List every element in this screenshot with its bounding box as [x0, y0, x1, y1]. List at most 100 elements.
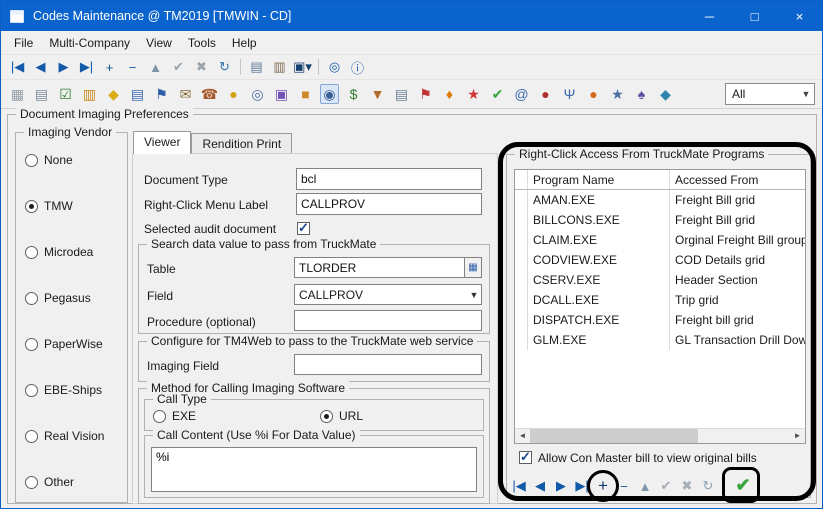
codes-icon-shield[interactable]: ◆ [104, 84, 123, 104]
last-record-button[interactable]: ▶| [572, 474, 592, 498]
export-button[interactable]: ▥ [268, 59, 291, 75]
selected-audit-checkbox[interactable] [297, 222, 310, 235]
next-record-button[interactable]: ▶ [52, 59, 75, 75]
record-detail-button[interactable]: ◎ [323, 59, 346, 75]
codes-icon-list[interactable]: ▤ [32, 84, 51, 104]
close-button[interactable]: × [777, 1, 822, 31]
vendor-radio[interactable]: TMW [25, 199, 127, 213]
codes-icon-currency[interactable]: $ [344, 84, 363, 104]
codes-icon-drop[interactable]: ◆ [656, 84, 675, 104]
apply-button[interactable]: ✔ [728, 471, 758, 500]
codes-icon-psi[interactable]: Ψ [560, 84, 579, 104]
vendor-radio[interactable]: Microdea [25, 245, 127, 259]
last-record-button[interactable]: ▶| [75, 59, 98, 75]
table-lookup-button[interactable]: ▦ [464, 257, 482, 278]
field-select[interactable]: CALLPROV ▼ [294, 284, 482, 305]
call-type-radio[interactable]: URL [320, 409, 363, 423]
info-button[interactable]: ⓘ [346, 58, 369, 77]
cancel-edit-button[interactable]: ✖ [677, 474, 697, 498]
codes-icon-phone[interactable]: ☎ [200, 84, 219, 104]
call-content-textarea[interactable]: %i [151, 447, 477, 492]
document-type-input[interactable] [296, 168, 482, 190]
screens-button[interactable]: ▣▾ [291, 59, 314, 75]
imaging-field-input[interactable] [294, 354, 482, 375]
menu-item[interactable]: Multi-Company [41, 33, 138, 53]
table-row[interactable]: CODVIEW.EXE COD Details grid [515, 250, 805, 270]
codes-icon-doc-gray[interactable]: ▤ [392, 84, 411, 104]
vendor-radio[interactable]: None [25, 153, 127, 167]
code-filter-select[interactable]: All ▼ [725, 83, 815, 105]
refresh-button[interactable]: ↻ [213, 59, 236, 75]
insert-record-button[interactable]: + [98, 60, 121, 75]
codes-icon-approve[interactable]: ☑ [56, 84, 75, 104]
first-record-button[interactable]: |◀ [6, 59, 29, 75]
table-row[interactable]: CLAIM.EXE Orginal Freight Bill group b [515, 230, 805, 250]
edit-record-button[interactable]: ▲ [635, 474, 655, 498]
vendor-radio[interactable]: Other [25, 475, 127, 489]
next-record-button[interactable]: ▶ [551, 474, 571, 498]
cancel-edit-button[interactable]: ✖ [190, 59, 213, 75]
scroll-left-icon[interactable]: ◄ [515, 429, 530, 443]
codes-icon-imaging[interactable]: ◉ [320, 84, 339, 104]
first-record-button[interactable]: |◀ [509, 474, 529, 498]
codes-icon-mail[interactable]: ✉ [176, 84, 195, 104]
vendor-radio[interactable]: Pegasus [25, 291, 127, 305]
refresh-button[interactable]: ↻ [698, 474, 718, 498]
vendor-radio[interactable]: Real Vision [25, 429, 127, 443]
codes-icon-ledger[interactable]: ▥ [80, 84, 99, 104]
codes-icon-diamond-orange[interactable]: ♦ [440, 84, 459, 104]
codes-icon-box-orange[interactable]: ■ [296, 84, 315, 104]
menu-item[interactable]: File [6, 33, 41, 53]
post-edit-button[interactable]: ✔ [656, 474, 676, 498]
codes-icon-check-green[interactable]: ✔ [488, 84, 507, 104]
table-input[interactable] [294, 257, 465, 278]
table-row[interactable]: BILLCONS.EXE Freight Bill grid [515, 210, 805, 230]
codes-icon-at[interactable]: @ [512, 84, 531, 104]
insert-record-button[interactable]: + [593, 474, 613, 498]
table-row[interactable]: GLM.EXE GL Transaction Drill Down F [515, 330, 805, 350]
procedure-input[interactable] [294, 310, 482, 331]
menu-item[interactable]: Help [224, 33, 265, 53]
post-edit-button[interactable]: ✔ [167, 59, 190, 75]
prior-record-button[interactable]: ◀ [530, 474, 550, 498]
vendor-radio[interactable]: PaperWise [25, 337, 127, 351]
table-row[interactable]: CSERV.EXE Header Section [515, 270, 805, 290]
horizontal-scrollbar[interactable]: ◄ ► [515, 428, 805, 443]
codes-icon-target[interactable]: ◎ [248, 84, 267, 104]
delete-record-button[interactable]: − [614, 474, 634, 498]
column-header-accessed-from[interactable]: Accessed From [670, 170, 805, 189]
codes-icon-flag-blue[interactable]: ⚑ [152, 84, 171, 104]
codes-icon-dot-red[interactable]: ● [536, 84, 555, 104]
minimize-button[interactable]: ─ [687, 1, 732, 31]
scroll-right-icon[interactable]: ► [790, 429, 805, 443]
delete-record-button[interactable]: − [121, 60, 144, 75]
codes-icon-coin[interactable]: ● [224, 84, 243, 104]
prior-record-button[interactable]: ◀ [29, 59, 52, 75]
print-button[interactable]: ▤ [245, 59, 268, 75]
right-click-menu-input[interactable] [296, 193, 482, 215]
maximize-button[interactable]: □ [732, 1, 777, 31]
menu-item[interactable]: View [138, 33, 180, 53]
codes-icon-star-red[interactable]: ★ [464, 84, 483, 104]
codes-icon-ball-orange[interactable]: ● [584, 84, 603, 104]
tab[interactable]: Viewer [133, 131, 191, 154]
codes-icon-grid[interactable]: ▦ [8, 84, 27, 104]
tab[interactable]: Rendition Print [191, 133, 292, 153]
codes-icon-box-purple[interactable]: ▣ [272, 84, 291, 104]
codes-icon-flag-red[interactable]: ⚑ [416, 84, 435, 104]
document-type-label: Document Type [144, 173, 228, 187]
allow-con-master-checkbox[interactable] [519, 451, 532, 464]
codes-icon-spade[interactable]: ♠ [632, 84, 651, 104]
table-row[interactable]: DCALL.EXE Trip grid [515, 290, 805, 310]
codes-icon-down[interactable]: ▼ [368, 84, 387, 104]
table-row[interactable]: AMAN.EXE Freight Bill grid [515, 190, 805, 210]
call-type-radio[interactable]: EXE [153, 409, 196, 423]
codes-icon-doc-blue[interactable]: ▤ [128, 84, 147, 104]
scrollbar-thumb[interactable] [530, 429, 698, 443]
table-row[interactable]: DISPATCH.EXE Freight bill grid [515, 310, 805, 330]
edit-record-button[interactable]: ▲ [144, 60, 167, 75]
column-header-program-name[interactable]: Program Name [528, 170, 670, 189]
vendor-radio[interactable]: EBE-Ships [25, 383, 127, 397]
codes-icon-star-blue[interactable]: ★ [608, 84, 627, 104]
menu-item[interactable]: Tools [180, 33, 224, 53]
